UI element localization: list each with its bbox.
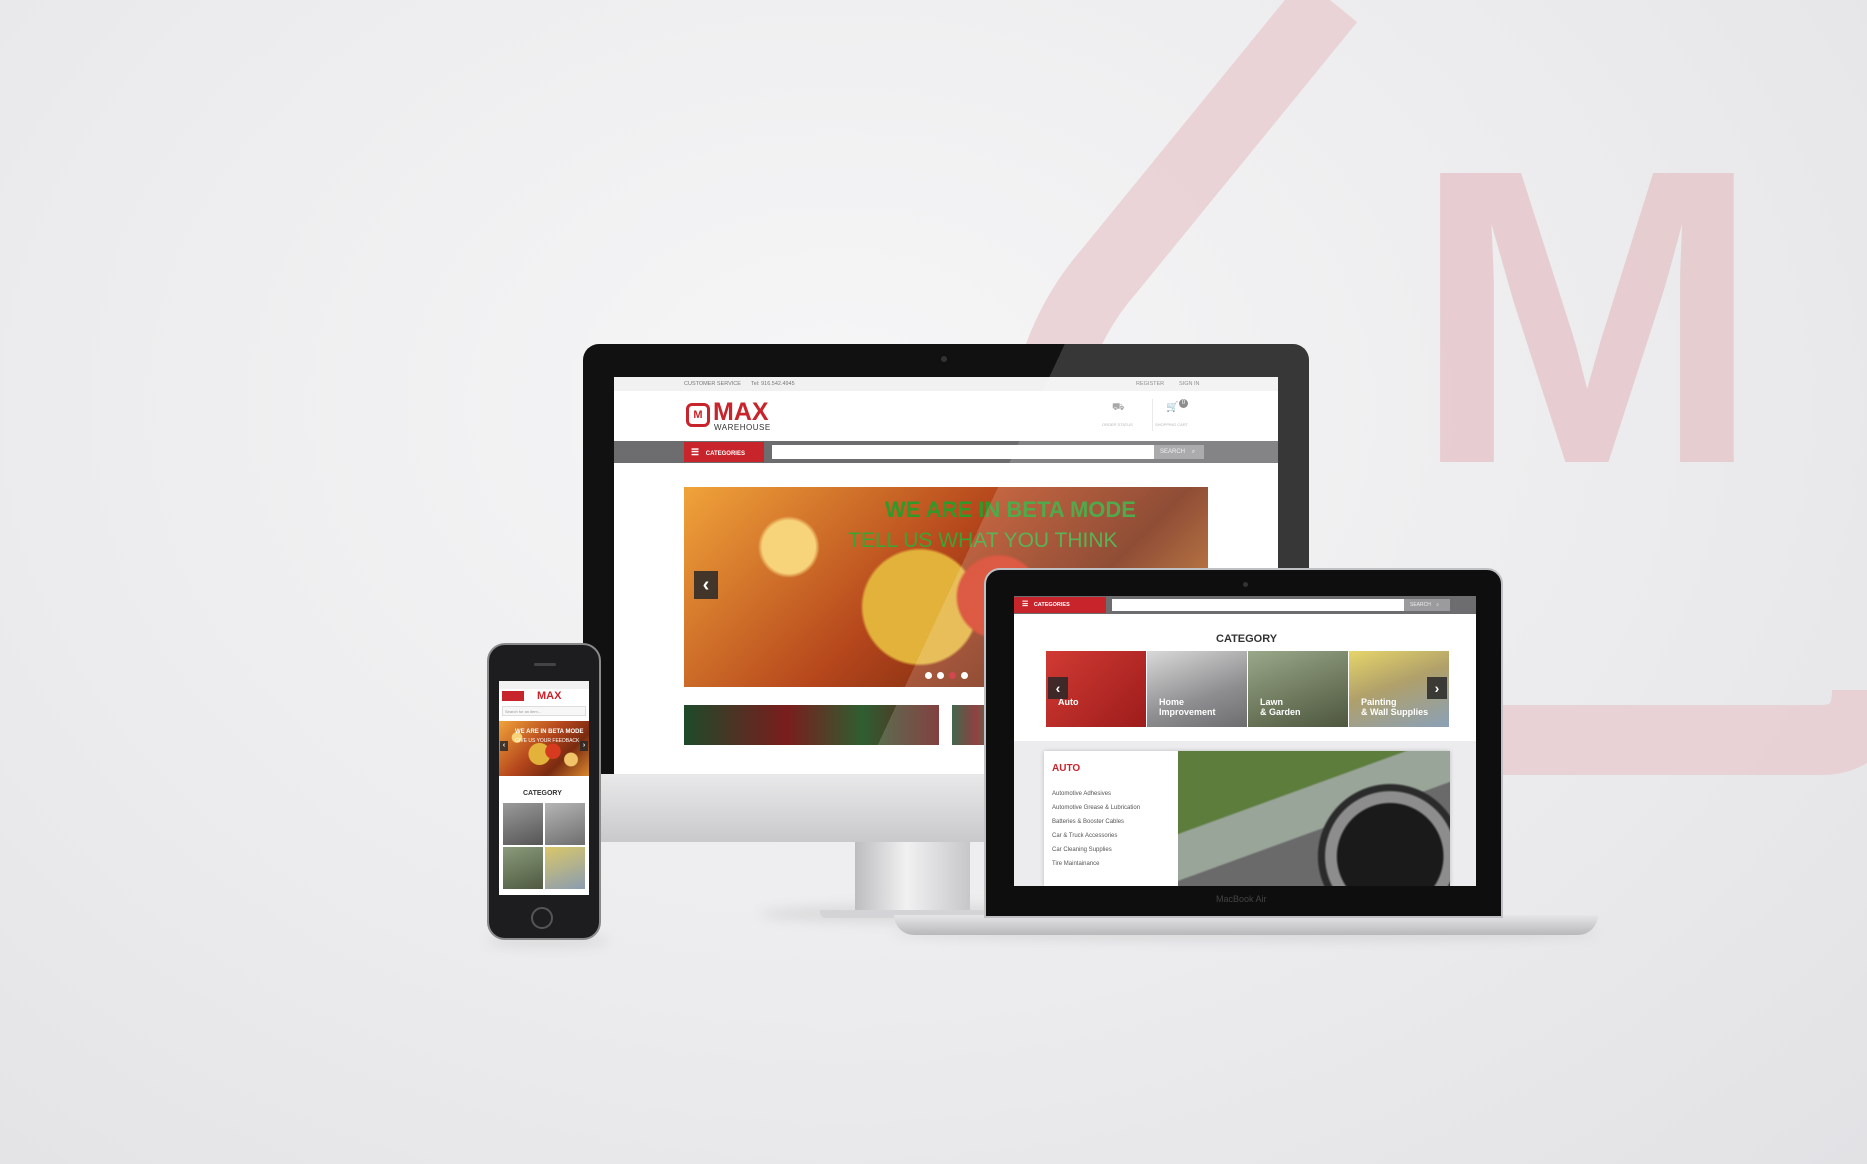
search-icon: ⌕ [1191, 449, 1196, 455]
tile-label: Painting & Wall Supplies [1361, 697, 1429, 717]
logo-badge[interactable]: M [686, 403, 710, 427]
phone-banner-subheadline: GIVE US YOUR FEEDBACK [515, 738, 580, 744]
mb-nav-bar: ☰ CATEGORIES SEARCH ⌕ [1014, 596, 1476, 614]
category-tile-lawn-garden[interactable]: Lawn & Garden [1248, 651, 1348, 727]
phone-logo-text[interactable]: MAX [537, 690, 561, 702]
iphone-device: MAX Search for an item... WE ARE IN BETA… [487, 643, 601, 940]
search-button[interactable]: SEARCH ⌕ [1154, 445, 1204, 459]
category-next-arrow[interactable]: › [1427, 677, 1447, 699]
auto-list-item[interactable]: Tire Maintainance [1052, 861, 1099, 867]
nav-bar: ☰ CATEGORIES SEARCH ⌕ [614, 441, 1278, 463]
auto-list-item[interactable]: Car & Truck Accessories [1052, 833, 1117, 839]
search-button-label: SEARCH [1160, 449, 1186, 455]
cart-count-badge: 0 [1179, 399, 1188, 408]
category-heading: CATEGORY [1216, 633, 1278, 645]
phone-category-heading: CATEGORY [523, 790, 562, 797]
mb-search-button[interactable]: SEARCH ⌕ [1404, 599, 1450, 611]
phone-next-arrow[interactable]: › [580, 741, 588, 751]
macbook-label: MacBook Air [1216, 894, 1267, 904]
categories-label: CATEGORIES [705, 451, 745, 457]
hamburger-icon: ☰ [691, 447, 700, 457]
hamburger-icon: ☰ [1022, 601, 1029, 608]
category-prev-arrow[interactable]: ‹ [1048, 677, 1068, 699]
phone-category-tile[interactable] [503, 803, 543, 845]
banner-subheadline: TELL US WHAT YOU THINK [848, 529, 1118, 552]
macbook-base [894, 915, 1598, 935]
macbook-screen: ☰ CATEGORIES SEARCH ⌕ CATEGORY Auto Home… [1014, 596, 1476, 886]
cart-icon[interactable]: 🛒 [1166, 402, 1178, 413]
mb-categories-button[interactable]: ☰ CATEGORIES [1014, 597, 1106, 613]
banner-dot-2[interactable] [937, 672, 944, 679]
phone-top-bar [499, 681, 589, 689]
banner-dot-1[interactable] [925, 672, 932, 679]
promo-tile-1[interactable] [684, 705, 939, 745]
banner-dot-4[interactable] [961, 672, 968, 679]
phone-number: Tel: 916.542.4945 [751, 381, 795, 387]
auto-list-item[interactable]: Automotive Adhesives [1052, 791, 1111, 797]
customer-service-link[interactable]: CUSTOMER SERVICE [684, 381, 741, 387]
phone-category-tile[interactable] [503, 847, 543, 889]
auto-list-item[interactable]: Batteries & Booster Cables [1052, 819, 1124, 825]
mb-search-label: SEARCH [1410, 602, 1431, 608]
phone-category-tile[interactable] [545, 847, 585, 889]
banner-dot-3[interactable] [949, 672, 956, 679]
phone-menu-button[interactable] [502, 691, 524, 701]
phone-banner-headline: WE ARE IN BETA MODE [515, 729, 584, 735]
tile-label: Lawn & Garden [1260, 697, 1301, 717]
banner-headline: WE ARE IN BETA MODE [885, 497, 1136, 522]
auto-panel-title: AUTO [1052, 763, 1081, 774]
phone-category-tile[interactable] [545, 803, 585, 845]
phone-screen: MAX Search for an item... WE ARE IN BETA… [499, 681, 589, 895]
imac-stand [855, 842, 970, 912]
phone-search-input[interactable]: Search for an item... [502, 706, 586, 716]
top-bar: CUSTOMER SERVICE Tel: 916.542.4945 REGIS… [614, 377, 1278, 391]
imac-camera [941, 356, 947, 362]
order-status-label[interactable]: ORDER STATUS [1102, 422, 1133, 427]
search-input[interactable] [772, 445, 1154, 459]
banner-prev-arrow[interactable]: ‹ [694, 571, 718, 599]
category-tile-home-improvement[interactable]: Home Improvement [1147, 651, 1247, 727]
auto-list-item[interactable]: Car Cleaning Supplies [1052, 847, 1112, 853]
background-m-letter: M [1412, 83, 1762, 552]
register-link[interactable]: REGISTER [1136, 381, 1164, 387]
macbook-camera [1243, 582, 1248, 587]
mb-search-input[interactable] [1112, 599, 1404, 611]
auto-list-item[interactable]: Automotive Grease & Lubrication [1052, 805, 1140, 811]
header-divider [1152, 399, 1153, 431]
mb-categories-label: CATEGORIES [1033, 602, 1070, 608]
phone-hero-banner[interactable]: WE ARE IN BETA MODE GIVE US YOUR FEEDBAC… [499, 721, 589, 776]
phone-home-button[interactable] [531, 907, 553, 929]
shopping-cart-label[interactable]: SHOPPING CART [1155, 422, 1188, 427]
sign-in-link[interactable]: SIGN IN [1179, 381, 1199, 387]
truck-icon[interactable]: ⛟ [1112, 402, 1125, 415]
car-tire-image [1178, 751, 1450, 886]
phone-prev-arrow[interactable]: ‹ [500, 741, 508, 751]
logo-subtext: WAREHOUSE [714, 423, 771, 432]
auto-panel: AUTO Automotive Adhesives Automotive Gre… [1044, 751, 1450, 886]
macbook-device: ☰ CATEGORIES SEARCH ⌕ CATEGORY Auto Home… [984, 568, 1503, 918]
phone-speaker [534, 663, 556, 666]
search-icon: ⌕ [1436, 602, 1440, 608]
categories-button[interactable]: ☰ CATEGORIES [684, 442, 764, 462]
site-header: M MAX WAREHOUSE ⛟ ORDER STATUS 🛒 0 SHOPP… [614, 391, 1278, 439]
tile-label: Home Improvement [1159, 697, 1216, 717]
